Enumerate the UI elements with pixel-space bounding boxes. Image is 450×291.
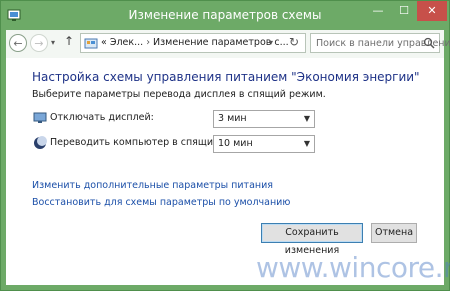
search-box[interactable]: Поиск в панели управления: [310, 33, 450, 53]
breadcrumb-overflow[interactable]: «: [101, 37, 107, 48]
control-panel-icon: [84, 38, 98, 49]
chevron-down-icon: ▼: [303, 139, 310, 148]
display-off-value: 3 мин: [218, 113, 247, 124]
up-arrow-icon[interactable]: ↑: [64, 34, 74, 48]
cancel-button[interactable]: Отмена: [371, 223, 417, 243]
advanced-settings-link[interactable]: Изменить дополнительные параметры питани…: [32, 180, 273, 191]
title-bar[interactable]: Изменение параметров схемы — ☐ ✕: [1, 1, 449, 30]
breadcrumb: « Элек... › Изменение параметров с...: [101, 37, 289, 48]
display-icon: [33, 112, 47, 123]
navigation-toolbar: ← → ▾ ↑ « Элек... › Изменение параметров с…: [6, 30, 450, 58]
back-button[interactable]: ←: [9, 34, 27, 52]
restore-defaults-link[interactable]: Восстановить для схемы параметры по умол…: [32, 197, 290, 208]
sleep-select[interactable]: 10 мин ▼: [213, 135, 315, 153]
save-button[interactable]: Сохранить изменения: [261, 223, 363, 256]
display-off-select[interactable]: 3 мин ▼: [213, 110, 315, 128]
breadcrumb-item-power[interactable]: Элек...: [110, 37, 143, 48]
page-description: Выберите параметры перевода дисплея в сп…: [32, 89, 326, 100]
search-icon[interactable]: [423, 37, 435, 49]
recent-locations-icon[interactable]: ▾: [51, 38, 55, 47]
content-pane: Настройка схемы управления питанием "Эко…: [6, 58, 450, 285]
watermark: www.wincore.ru: [256, 251, 450, 284]
chevron-down-icon: ▼: [303, 114, 310, 123]
refresh-icon[interactable]: ↻: [285, 35, 303, 49]
forward-button[interactable]: →: [30, 34, 48, 52]
chevron-down-icon[interactable]: ▾: [269, 38, 273, 47]
window-frame: Изменение параметров схемы — ☐ ✕ ← → ▾ ↑…: [0, 0, 450, 291]
address-bar[interactable]: « Элек... › Изменение параметров с... ▾ ↻: [80, 33, 306, 53]
close-button[interactable]: ✕: [417, 1, 447, 21]
maximize-button[interactable]: ☐: [391, 1, 417, 21]
display-off-label: Отключать дисплей:: [50, 112, 154, 123]
page-title: Настройка схемы управления питанием "Эко…: [32, 70, 420, 84]
moon-icon: [34, 136, 47, 149]
minimize-button[interactable]: —: [365, 1, 391, 21]
breadcrumb-separator: ›: [146, 37, 151, 48]
sleep-value: 10 мин: [218, 138, 253, 149]
